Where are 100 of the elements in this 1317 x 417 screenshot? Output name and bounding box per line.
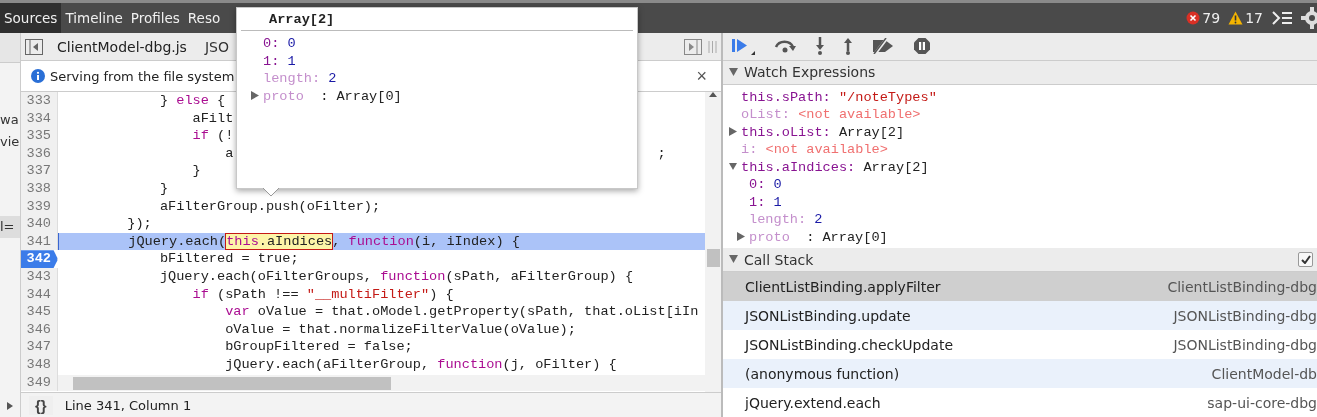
pause-on-exceptions-icon[interactable] xyxy=(913,37,931,56)
step-over-icon[interactable] xyxy=(773,39,797,54)
info-icon xyxy=(31,69,45,83)
code-line: aFilt xyxy=(191,109,234,128)
code-line: var oValue = that.oModel.getProperty(sPath, that.oList[iIn xyxy=(224,303,699,321)
property-name: oList: xyxy=(741,107,790,123)
property-name: length: xyxy=(749,212,807,228)
vertical-scrollbar[interactable] xyxy=(705,92,721,392)
settings-icon[interactable] xyxy=(1301,7,1317,29)
property-name: this.oList: xyxy=(741,124,831,140)
panel-tab[interactable]: Timeline xyxy=(61,3,127,33)
file-name: ClientModel-db xyxy=(1211,365,1317,382)
scrollbar-thumb[interactable] xyxy=(73,376,391,390)
line-number: 337 xyxy=(21,162,58,180)
property-value: 0 xyxy=(773,177,782,193)
property-value: <not available> xyxy=(798,107,921,123)
function-name: JSONListBinding.update xyxy=(745,307,911,324)
property-name: length: xyxy=(263,71,321,86)
property-value: Array[2] xyxy=(838,124,905,140)
step-out-icon[interactable] xyxy=(843,37,853,56)
checkmark-icon xyxy=(1300,255,1311,265)
resume-icon[interactable] xyxy=(731,37,755,56)
console-drawer-icon[interactable] xyxy=(1271,10,1293,26)
property-value: <not available> xyxy=(765,142,888,158)
file-tab[interactable]: JSO xyxy=(200,38,233,55)
hovered-expression[interactable]: this.aIndices xyxy=(226,233,333,249)
code-line: jQuery.each(oFilterGroups, function(sPath, aFilterGroup) { xyxy=(158,267,634,286)
property-value: : Array[0] xyxy=(806,229,888,245)
panel-tab[interactable]: Reso xyxy=(183,3,225,33)
horizontal-scrollbar[interactable] xyxy=(58,375,705,392)
property-name: 0: xyxy=(263,36,280,51)
warning-icon xyxy=(1228,11,1244,25)
call-frame[interactable]: (anonymous function) ClientModel-db xyxy=(723,359,1317,388)
panel-tab[interactable]: Profiles xyxy=(126,3,184,33)
async-checkbox[interactable] xyxy=(1298,252,1313,268)
section-header[interactable]: Watch Expressions xyxy=(723,60,1317,85)
expand-icon[interactable] xyxy=(7,402,13,410)
expanded-arrow-icon[interactable] xyxy=(729,161,737,171)
call-frame[interactable]: ClientListBinding.applyFilter ClientListBinding-dbg xyxy=(723,272,1317,301)
code-line: aFilterGroup.push(oFilter); xyxy=(158,197,381,216)
cursor-position: Line 341, Column 1 xyxy=(64,397,192,413)
code-line: oValue = that.normalizeFilterValue(oValue); xyxy=(224,320,576,339)
code-line: bGroupFiltered = false; xyxy=(224,338,413,356)
list-item[interactable]: wa xyxy=(0,109,20,131)
property-value: 1 xyxy=(773,194,782,210)
property-name: proto xyxy=(263,88,304,104)
scroll-up-icon[interactable] xyxy=(709,92,717,97)
call-frame[interactable]: jQuery.extend.each sap-ui-core-dbg xyxy=(723,388,1317,417)
code-line: } else { xyxy=(158,92,226,110)
file-name: JSONListBinding-dbg xyxy=(1173,307,1317,324)
property-value: : Array[0] xyxy=(320,88,402,104)
section-header[interactable]: Call Stack xyxy=(723,248,1317,272)
error-icon xyxy=(1186,11,1201,25)
property-name: 1: xyxy=(749,194,766,210)
sidebar-toggle-icon[interactable] xyxy=(684,38,702,55)
deactivate-breakpoints-icon[interactable] xyxy=(871,38,895,55)
close-button[interactable]: × xyxy=(692,65,711,87)
resize-handle-icon[interactable] xyxy=(708,39,717,54)
call-frame[interactable]: JSONListBinding.update JSONListBinding-dbg xyxy=(723,301,1317,330)
line-number: 347 xyxy=(21,338,58,356)
scrollbar-thumb[interactable] xyxy=(706,249,720,267)
file-name: sap-ui-core-dbg xyxy=(1207,394,1317,411)
collapsed-arrow-icon[interactable] xyxy=(737,231,745,241)
line-number: 333 xyxy=(21,92,58,110)
code-line: jQuery.each(aFilterGroup, function(j, oFilter) { xyxy=(224,355,617,374)
file-name: JSONListBinding-dbg xyxy=(1173,336,1317,353)
step-into-icon[interactable] xyxy=(815,37,825,56)
popover-title: Array[2] xyxy=(241,8,633,31)
navigator-toggle-icon[interactable] xyxy=(25,38,43,55)
warning-count[interactable]: 17 xyxy=(1245,10,1263,26)
file-tab[interactable]: ClientModel-dbg.js xyxy=(53,38,191,55)
property-value: "/noteTypes" xyxy=(838,89,937,105)
line-number: 343 xyxy=(21,267,58,286)
code-line: } xyxy=(158,179,169,198)
property-name: proto xyxy=(749,229,790,245)
expanded-arrow-icon[interactable] xyxy=(729,255,738,264)
code-line: if (! xyxy=(191,127,234,145)
property-name: this.sPath: xyxy=(741,89,831,105)
property-name: 0: xyxy=(749,177,766,193)
list-item[interactable]: l= xyxy=(0,216,20,238)
function-name: JSONListBinding.checkUpdate xyxy=(745,336,954,353)
property-value: 2 xyxy=(814,212,823,228)
pretty-print-button[interactable]: {} xyxy=(29,395,53,415)
property-value: 0 xyxy=(287,36,296,51)
function-name: jQuery.extend.each xyxy=(745,394,881,411)
line-number: 335 xyxy=(21,127,58,145)
collapsed-arrow-icon[interactable] xyxy=(729,126,737,136)
code-line: if (sPath !== "__multiFilter") { xyxy=(191,285,454,304)
line-number: 340 xyxy=(21,215,58,233)
function-name: ClientListBinding.applyFilter xyxy=(745,278,941,295)
error-count[interactable]: 79 xyxy=(1202,10,1221,26)
collapsed-arrow-icon[interactable] xyxy=(251,90,259,100)
code-line: a ; xyxy=(224,144,666,163)
breakpoint-marker[interactable]: 342 xyxy=(21,250,58,268)
info-message: Serving from the file system xyxy=(50,68,235,84)
expanded-arrow-icon[interactable] xyxy=(729,67,738,76)
property-value: 2 xyxy=(328,71,337,86)
list-item[interactable]: vie xyxy=(0,131,20,153)
call-frame[interactable]: JSONListBinding.checkUpdate JSONListBinding-dbg xyxy=(723,330,1317,359)
panel-tab[interactable]: Sources xyxy=(0,3,62,33)
